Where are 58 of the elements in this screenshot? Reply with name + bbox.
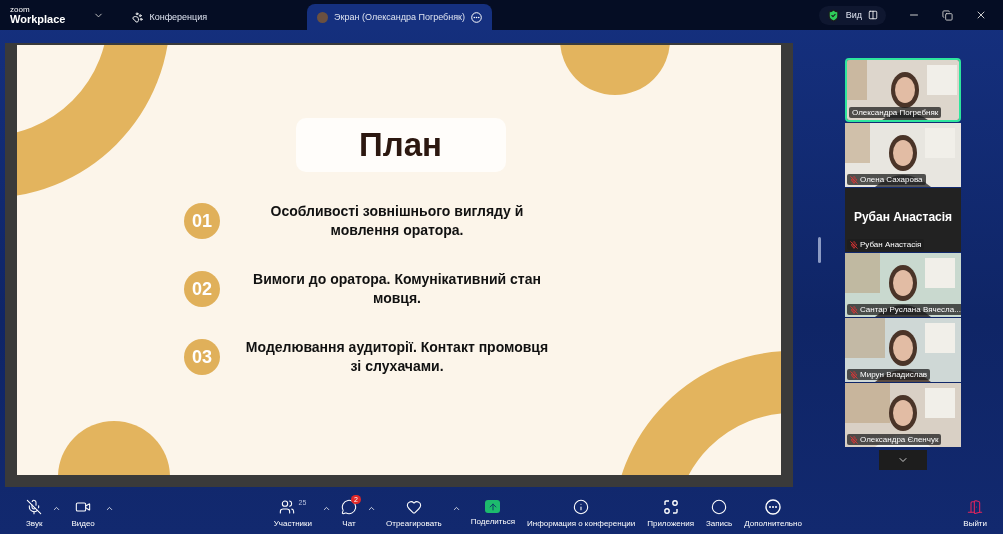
- scroll-handle[interactable]: [817, 237, 821, 263]
- number-circle: 02: [184, 271, 220, 307]
- slide-bullet-text: Особливості зовнішнього вигляду й мовлення оратора.: [269, 202, 525, 240]
- avatar-icon: [317, 11, 329, 23]
- number-circle: 01: [184, 203, 220, 239]
- video-tile[interactable]: Сантар Руслана Вячесла...: [845, 253, 961, 317]
- muted-mic-icon: [850, 370, 858, 379]
- participant-name: Олена Сахарова: [847, 174, 926, 185]
- number-circle: 03: [184, 339, 220, 375]
- apps-icon: [662, 498, 679, 515]
- toolbar-button[interactable]: Запись: [700, 498, 739, 528]
- more-icon: [765, 498, 782, 515]
- video-tile[interactable]: Олександра Погребняк: [845, 58, 961, 122]
- video-tile[interactable]: Олександра Єленчук: [845, 383, 961, 447]
- toolbar-button[interactable]: Поделиться: [464, 500, 521, 526]
- more-icon[interactable]: [471, 11, 483, 23]
- slide-bullet-text: Вимоги до оратора. Комунікативний стан мовця.: [252, 270, 542, 308]
- share-icon: [485, 500, 501, 513]
- participant-name: Рубан Анастасія: [847, 239, 925, 250]
- heart-icon: [405, 498, 422, 515]
- participant-name-large: Рубан Анастасія: [852, 210, 954, 224]
- slide-bullet-text: Моделювання аудиторії. Контакт промовця зі слухачами.: [244, 338, 550, 376]
- toolbar-button[interactable]: Видео: [65, 498, 101, 528]
- close-icon[interactable]: [975, 9, 987, 21]
- shield-icon: [826, 8, 840, 22]
- muted-mic-icon: [850, 240, 858, 249]
- video-tile[interactable]: Мирун Владислав: [845, 318, 961, 382]
- toolbar-button[interactable]: Выйти: [957, 498, 993, 528]
- tab[interactable]: Конференция: [122, 4, 218, 30]
- toolbar-button[interactable]: Информация о конференции: [521, 498, 642, 528]
- view-label: Вид: [845, 10, 862, 20]
- participant-name: Олександра Єленчук: [847, 434, 942, 445]
- participant-name: Олександра Погребняк: [849, 107, 942, 118]
- logo-text: zoom: [10, 5, 31, 14]
- participant-name: Мирун Владислав: [847, 369, 931, 380]
- chat-bubble-icon: [341, 498, 357, 515]
- muted-mic-icon: [850, 435, 858, 444]
- video-tile[interactable]: Рубан Анастасія Рубан Анастасія: [845, 188, 961, 252]
- muted-mic-icon: [850, 175, 858, 184]
- toolbar-button[interactable]: Приложения: [641, 498, 700, 528]
- paw-icon: [132, 11, 144, 23]
- toolbar-button[interactable]: Звук: [20, 498, 49, 528]
- restore-icon[interactable]: [942, 9, 953, 21]
- participant-name: Сантар Руслана Вячесла...: [847, 304, 961, 315]
- record-icon: [711, 498, 728, 515]
- info-icon: [573, 498, 590, 515]
- video-tile[interactable]: Олена Сахарова: [845, 123, 961, 187]
- view-button[interactable]: Вид: [818, 5, 886, 25]
- people-icon: [279, 498, 296, 515]
- exit-door-icon: [967, 498, 984, 515]
- tab[interactable]: Экран (Олександра Погребняк): [307, 4, 493, 30]
- toolbar-button[interactable]: Дополнительно: [738, 498, 808, 528]
- toolbar-button[interactable]: Отреагировать: [380, 498, 448, 528]
- layout-icon: [868, 10, 878, 20]
- slide-title: План: [295, 118, 506, 172]
- muted-mic-icon: [850, 305, 858, 314]
- logo-text: Workplace: [10, 13, 66, 25]
- muted-mic-icon: [26, 498, 43, 515]
